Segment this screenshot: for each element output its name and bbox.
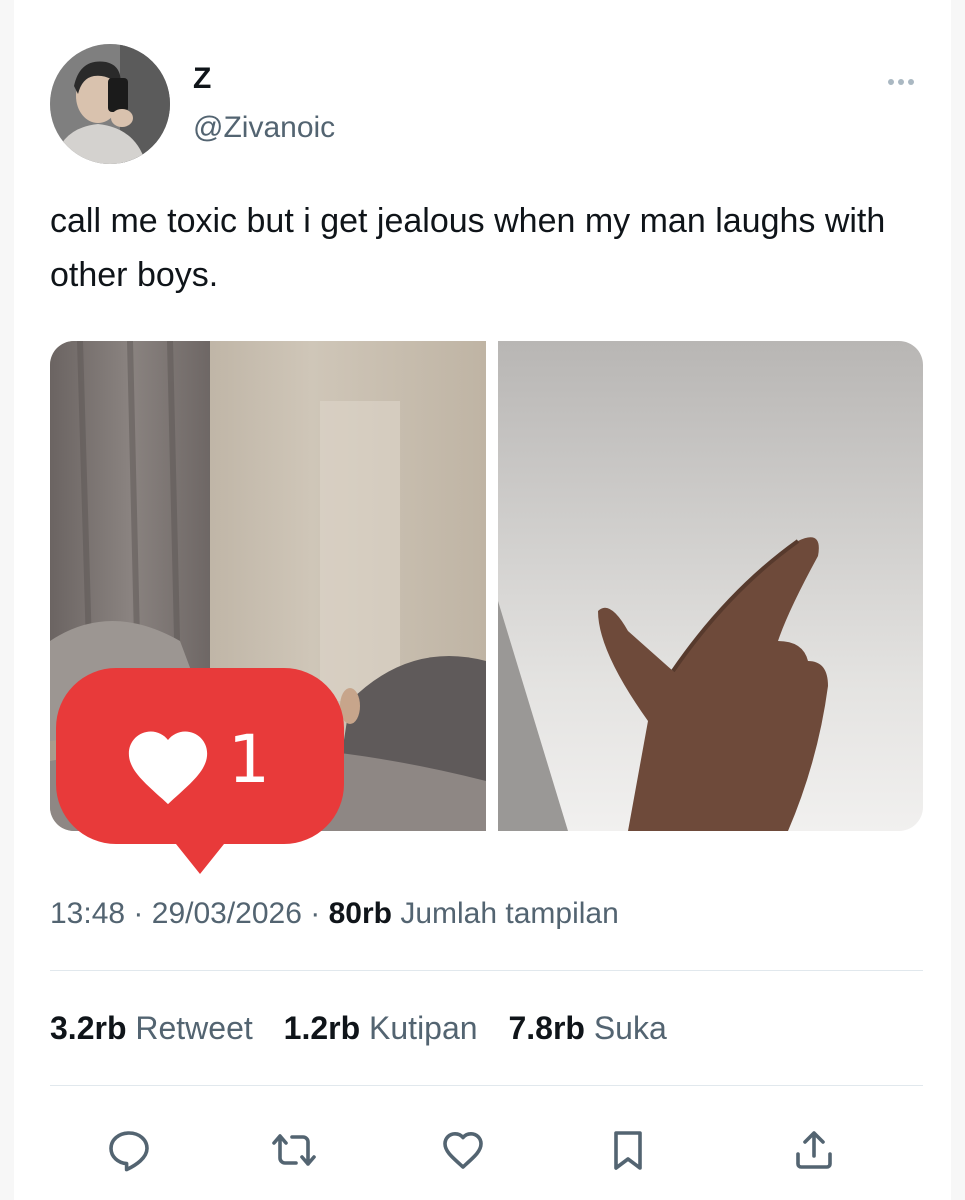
heart-icon	[128, 731, 208, 805]
reply-button[interactable]	[103, 1124, 155, 1176]
quotes-count: 1.2rb	[283, 1010, 361, 1046]
user-handle[interactable]: @Zivanoic	[193, 110, 335, 146]
avatar[interactable]	[50, 44, 170, 164]
media-photo-hand[interactable]	[498, 341, 923, 831]
like-notification-bubble[interactable]: 1	[56, 668, 344, 874]
views-count: 80rb	[328, 897, 392, 930]
tweet-date[interactable]: 29/03/2026	[152, 897, 302, 930]
likes-count: 7.8rb	[508, 1010, 585, 1046]
tweet-meta: 13:48 · 29/03/2026 · 80rb Jumlah tampila…	[50, 893, 619, 935]
like-notification-count: 1	[228, 721, 270, 798]
retweets-count: 3.2rb	[50, 1010, 127, 1046]
tweet-time[interactable]: 13:48	[50, 897, 125, 930]
right-edge	[951, 0, 965, 1200]
divider	[50, 1085, 923, 1086]
likes-stat[interactable]: 7.8rb Suka	[508, 1006, 666, 1050]
quotes-label: Kutipan	[369, 1010, 478, 1046]
retweet-icon	[272, 1134, 316, 1166]
tweet-stats: 3.2rb Retweet 1.2rb Kutipan 7.8rb Suka	[50, 1006, 689, 1050]
meta-separator: ·	[133, 897, 144, 930]
more-dot	[888, 79, 894, 85]
left-edge	[0, 0, 14, 1200]
quotes-stat[interactable]: 1.2rb Kutipan	[284, 1006, 478, 1050]
retweet-button[interactable]	[268, 1124, 320, 1176]
retweets-label: Retweet	[135, 1010, 253, 1046]
more-horizontal-icon[interactable]	[876, 70, 926, 94]
likes-label: Suka	[593, 1010, 667, 1046]
tweet-text: call me toxic but i get jealous when my …	[50, 202, 886, 294]
heart-icon	[443, 1132, 483, 1169]
more-dot	[898, 79, 904, 85]
views-label: Jumlah tampilan	[400, 897, 619, 930]
reply-icon	[109, 1131, 149, 1172]
bookmark-icon	[614, 1131, 642, 1170]
avatar-image	[50, 44, 170, 164]
share-icon	[796, 1131, 832, 1169]
display-name[interactable]: Z	[193, 62, 211, 96]
divider	[50, 970, 923, 971]
more-dot	[908, 79, 914, 85]
retweets-stat[interactable]: 3.2rb Retweet	[50, 1006, 253, 1050]
action-bar	[0, 1124, 965, 1176]
meta-separator: ·	[310, 897, 321, 930]
bookmark-button[interactable]	[602, 1124, 654, 1176]
share-button[interactable]	[788, 1124, 840, 1176]
like-button[interactable]	[437, 1124, 489, 1176]
